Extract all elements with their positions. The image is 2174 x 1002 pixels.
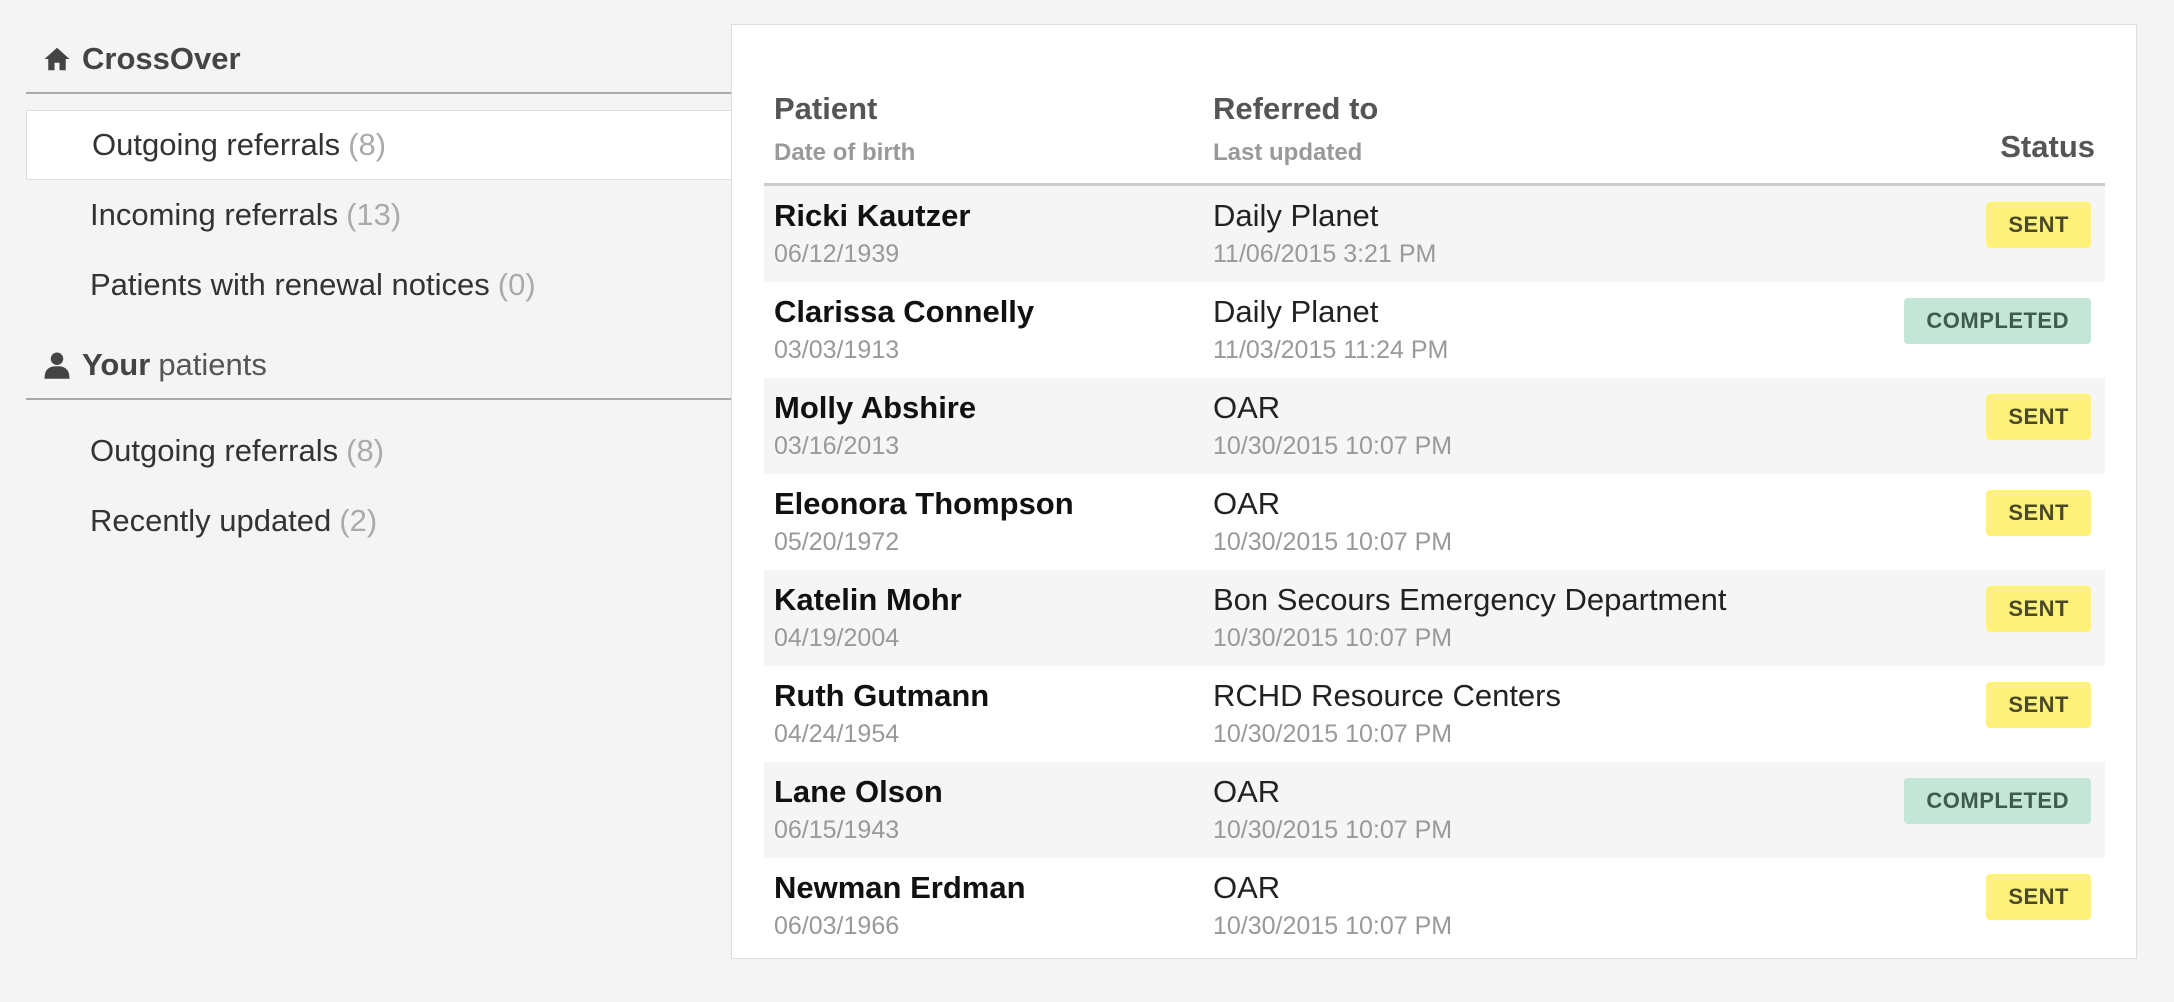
table-row[interactable]: Ricki Kautzer 06/12/1939 Daily Planet 11/06… xyxy=(764,186,2105,282)
user-icon xyxy=(42,350,72,380)
table-row[interactable]: Clarissa Connelly 03/03/1913 Daily Planet 1… xyxy=(764,282,2105,378)
header-patient[interactable]: Patient xyxy=(774,91,877,127)
table-row[interactable]: Eleonora Thompson 05/20/1972 OAR 10/30/2015… xyxy=(764,474,2105,570)
sidebar-item-count: (8) xyxy=(346,433,385,468)
patient-dob: 06/12/1939 xyxy=(774,240,900,268)
table-header: Patient Date of birth Referred to Last u… xyxy=(764,65,2105,186)
your-patients-nav: Outgoing referrals (8) Recently updated … xyxy=(26,416,731,556)
sidebar-item-renewal-notices[interactable]: Patients with renewal notices (0) xyxy=(26,250,731,320)
patient-dob: 04/24/1954 xyxy=(774,720,900,748)
status-badge: SENT xyxy=(1986,586,2091,632)
status-badge: SENT xyxy=(1986,490,2091,536)
referrals-panel: Patient Date of birth Referred to Last u… xyxy=(731,24,2137,959)
table-row[interactable]: Katelin Mohr 04/19/2004 Bon Secours Emerge… xyxy=(764,570,2105,666)
referred-to: RCHD Resource Centers xyxy=(1213,678,1561,713)
referred-to: OAR xyxy=(1213,390,1281,425)
last-updated: 10/30/2015 10:07 PM xyxy=(1213,528,1453,556)
last-updated: 11/03/2015 11:24 PM xyxy=(1213,336,1449,364)
header-referred-to[interactable]: Referred to xyxy=(1213,91,1378,127)
sidebar-item-label: Incoming referrals xyxy=(90,197,339,232)
sidebar: CrossOver Outgoing referrals (8) Incomin… xyxy=(26,26,731,556)
referred-to: OAR xyxy=(1213,774,1281,809)
sidebar-item-recently-updated[interactable]: Recently updated (2) xyxy=(26,486,731,556)
sidebar-item-count: (2) xyxy=(339,503,378,538)
home-icon xyxy=(42,44,72,74)
sidebar-item-label: Outgoing referrals xyxy=(92,127,341,162)
your-patients-header[interactable]: Your patients xyxy=(26,332,731,400)
crossover-header[interactable]: CrossOver xyxy=(26,26,731,94)
patient-name: Clarissa Connelly xyxy=(774,294,1035,329)
patient-name: Newman Erdman xyxy=(774,870,1026,905)
last-updated: 11/06/2015 3:21 PM xyxy=(1213,240,1437,268)
sidebar-item-outgoing-referrals[interactable]: Outgoing referrals (8) xyxy=(26,110,731,180)
patient-dob: 03/16/2013 xyxy=(774,432,900,460)
sidebar-item-your-outgoing-referrals[interactable]: Outgoing referrals (8) xyxy=(26,416,731,486)
table-row[interactable]: Ruth Gutmann 04/24/1954 RCHD Resource Cent… xyxy=(764,666,2105,762)
patient-dob: 03/03/1913 xyxy=(774,336,900,364)
header-date-of-birth[interactable]: Date of birth xyxy=(774,139,915,167)
referred-to: Bon Secours Emergency Department xyxy=(1213,582,1727,617)
last-updated: 10/30/2015 10:07 PM xyxy=(1213,816,1453,844)
patient-dob: 04/19/2004 xyxy=(774,624,900,652)
patient-name: Ricki Kautzer xyxy=(774,198,971,233)
last-updated: 10/30/2015 10:07 PM xyxy=(1213,432,1453,460)
patient-dob: 06/03/1966 xyxy=(774,912,900,940)
patient-name: Lane Olson xyxy=(774,774,943,809)
status-badge: SENT xyxy=(1986,202,2091,248)
your-patients-title-bold: Your xyxy=(82,347,151,382)
status-badge: SENT xyxy=(1986,874,2091,920)
table-body: Ricki Kautzer 06/12/1939 Daily Planet 11/06… xyxy=(764,186,2105,954)
status-badge: SENT xyxy=(1986,682,2091,728)
crossover-title: CrossOver xyxy=(82,41,241,76)
referred-to: OAR xyxy=(1213,486,1281,521)
sidebar-item-label: Recently updated xyxy=(90,503,332,538)
your-patients-title-light: patients xyxy=(158,347,267,382)
sidebar-item-label: Outgoing referrals xyxy=(90,433,339,468)
last-updated: 10/30/2015 10:07 PM xyxy=(1213,624,1453,652)
sidebar-item-incoming-referrals[interactable]: Incoming referrals (13) xyxy=(26,180,731,250)
patient-dob: 05/20/1972 xyxy=(774,528,900,556)
patient-name: Molly Abshire xyxy=(774,390,977,425)
table-row[interactable]: Newman Erdman 06/03/1966 OAR 10/30/2015 10:… xyxy=(764,858,2105,954)
sidebar-item-count: (0) xyxy=(497,267,536,302)
last-updated: 10/30/2015 10:07 PM xyxy=(1213,720,1453,748)
patient-dob: 06/15/1943 xyxy=(774,816,900,844)
crossover-nav: Outgoing referrals (8) Incoming referral… xyxy=(26,110,731,320)
status-badge: SENT xyxy=(1986,394,2091,440)
patient-name: Eleonora Thompson xyxy=(774,486,1074,521)
referred-to: OAR xyxy=(1213,870,1281,905)
status-badge: COMPLETED xyxy=(1904,778,2091,824)
patient-name: Katelin Mohr xyxy=(774,582,962,617)
referred-to: Daily Planet xyxy=(1213,294,1379,329)
referred-to: Daily Planet xyxy=(1213,198,1379,233)
sidebar-item-count: (8) xyxy=(348,127,387,162)
table-row[interactable]: Lane Olson 06/15/1943 OAR 10/30/2015 10:07 … xyxy=(764,762,2105,858)
header-last-updated[interactable]: Last updated xyxy=(1213,139,1362,167)
patient-name: Ruth Gutmann xyxy=(774,678,990,713)
sidebar-item-count: (13) xyxy=(346,197,402,232)
table-row[interactable]: Molly Abshire 03/16/2013 OAR 10/30/2015 10:… xyxy=(764,378,2105,474)
last-updated: 10/30/2015 10:07 PM xyxy=(1213,912,1453,940)
header-status[interactable]: Status xyxy=(2000,129,2095,165)
referrals-table: Patient Date of birth Referred to Last u… xyxy=(764,65,2105,954)
sidebar-item-label: Patients with renewal notices xyxy=(90,267,490,302)
status-badge: COMPLETED xyxy=(1904,298,2091,344)
